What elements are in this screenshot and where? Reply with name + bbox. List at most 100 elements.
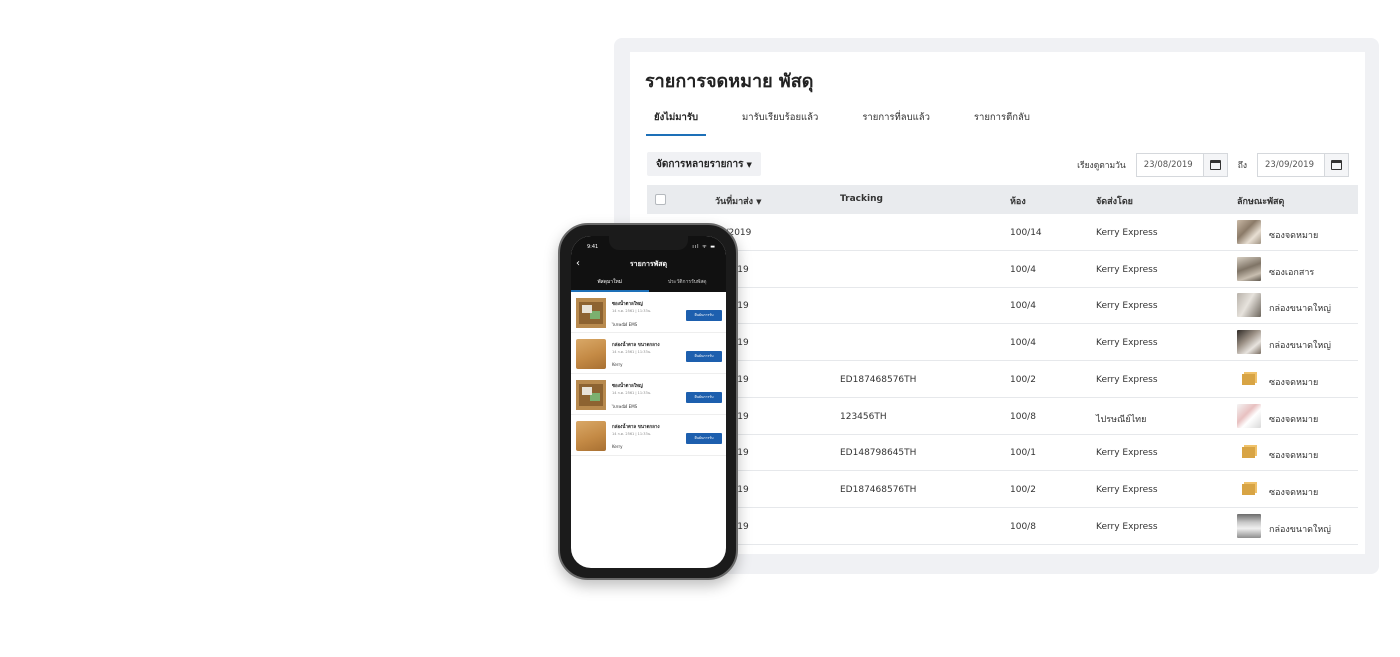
parcel-thumbnail[interactable] <box>1237 330 1261 355</box>
parcel-list-panel: รายการจดหมาย พัสดุ ยังไม่มารับ มารับเรีย… <box>630 52 1365 554</box>
row-carrier: Kerry Express <box>1096 228 1158 238</box>
item-carrier: Kerry <box>612 444 623 449</box>
phone-screen: 9:41 ııl ᯤ ▬ ‹ รายการพัสดุ พัสดุมาใหม่ ป… <box>571 236 726 568</box>
item-carrier: ไปรษณีย์ EMS <box>612 404 638 409</box>
row-room: 100/4 <box>1010 301 1036 312</box>
row-room: 100/1 <box>1010 448 1036 459</box>
row-carrier: Kerry Express <box>1096 264 1158 275</box>
row-tracking: 123456TH <box>840 411 887 422</box>
mobile-list: ซองน้ำตาลใหญ่ 14 ก.ค. 2561 | 11:33น. ไปรษณ… <box>571 292 726 456</box>
row-type: ซองจดหมาย <box>1269 377 1319 388</box>
bulk-actions-label: จัดการหลายรายการ <box>656 158 744 170</box>
row-type: กล่องขนาดใหญ่ <box>1269 341 1331 352</box>
row-room: 100/2 <box>1010 374 1036 385</box>
row-type: กล่องขนาดใหญ่ <box>1269 524 1331 535</box>
parcel-thumbnail[interactable] <box>1237 477 1261 501</box>
phone-notch <box>609 236 688 250</box>
parcel-thumbnail[interactable] <box>1237 513 1261 538</box>
page-title: รายการจดหมาย พัสดุ <box>645 71 814 92</box>
table-row[interactable]: /9/2019100/4Kerry Expressซองเอกสาร <box>647 251 1358 288</box>
date-to-label: ถึง <box>1237 161 1247 171</box>
date-to-input[interactable] <box>1258 154 1324 176</box>
table-row[interactable]: /9/2019123456TH100/8ไปรษณีย์ไทยซองจดหมาย <box>647 398 1358 435</box>
parcel-image <box>576 339 606 369</box>
row-room: 100/2 <box>1010 484 1036 495</box>
parcel-thumbnail[interactable] <box>1237 440 1261 464</box>
date-to-field[interactable] <box>1257 153 1349 177</box>
mobile-tab-history[interactable]: ประวัติการรับพัสดุ <box>649 270 727 292</box>
row-room: 100/4 <box>1010 338 1036 349</box>
item-name: ซองน้ำตาลใหญ่ <box>612 302 643 307</box>
signal-icon: ııl ᯤ ▬ <box>692 244 716 250</box>
mobile-title: รายการพัสดุ <box>629 260 668 268</box>
tab-deleted[interactable]: รายการที่ลบแล้ว <box>854 108 938 136</box>
parcel-image <box>576 298 606 328</box>
tab-returned[interactable]: รายการตีกลับ <box>966 108 1038 136</box>
row-tracking: ED187468576TH <box>840 374 917 385</box>
row-type: กล่องขนาดใหญ่ <box>1269 304 1331 315</box>
parcel-thumbnail[interactable] <box>1237 403 1261 428</box>
table-row[interactable]: /9/2019ED187468576TH100/2Kerry Expressซอ… <box>647 361 1358 398</box>
column-type: ลักษณะพัสดุ <box>1237 197 1285 207</box>
row-type: ซองจดหมาย <box>1269 414 1319 425</box>
item-carrier: Kerry <box>612 362 623 367</box>
phone-mockup: 9:41 ııl ᯤ ▬ ‹ รายการพัสดุ พัสดุมาใหม่ ป… <box>558 223 738 580</box>
row-carrier: Kerry Express <box>1096 374 1158 385</box>
table-row[interactable]: /9/2019100/4Kerry Expressกล่องขนาดใหญ่ <box>647 324 1358 362</box>
status-time: 9:41 <box>587 244 599 250</box>
row-room: 100/8 <box>1010 521 1036 532</box>
item-date: 14 ก.ค. 2561 | 11:33น. <box>612 391 652 395</box>
parcel-image <box>576 380 606 410</box>
row-carrier: Kerry Express <box>1096 484 1158 495</box>
row-type: ซองจดหมาย <box>1269 231 1319 241</box>
confirm-receipt-button[interactable]: ยืนยันการรับ <box>686 433 722 444</box>
date-from-input[interactable] <box>1136 154 1203 176</box>
row-tracking: ED187468576TH <box>840 484 917 495</box>
bulk-actions-button[interactable]: จัดการหลายรายการ ▼ <box>647 152 761 176</box>
mobile-list-item[interactable]: ซองน้ำตาลใหญ่ 14 ก.ค. 2561 | 11:33น. ไปรษณ… <box>571 292 726 333</box>
item-date: 14 ก.ค. 2561 | 11:33น. <box>612 350 652 354</box>
column-room: ห้อง <box>1010 197 1026 207</box>
row-carrier: Kerry Express <box>1096 521 1158 532</box>
calendar-icon[interactable] <box>1202 154 1227 176</box>
table-row[interactable]: 09/2019 100/14 Kerry Express ซองจดหมาย <box>647 214 1358 251</box>
column-date[interactable]: วันที่มาส่ง ▼ <box>715 194 762 208</box>
table-row[interactable]: /9/2019ED187468576TH100/2Kerry Expressซอ… <box>647 471 1358 508</box>
tab-bar: ยังไม่มารับ มารับเรียบร้อยแล้ว รายการที่… <box>646 108 1066 136</box>
row-tracking: ED148798645TH <box>840 448 917 459</box>
mobile-list-item[interactable]: กล่องน้ำตาล ขนาดกลาง 14 ก.ค. 2561 | 11:33… <box>571 415 726 456</box>
parcel-thumbnail[interactable] <box>1237 256 1261 281</box>
row-room: 100/14 <box>1010 228 1042 238</box>
tab-not-picked-up[interactable]: ยังไม่มารับ <box>646 108 706 136</box>
row-room: 100/4 <box>1010 264 1036 275</box>
table-row[interactable]: /9/2019100/4Kerry Expressกล่องขนาดใหญ่ <box>647 287 1358 325</box>
date-from-field[interactable] <box>1135 153 1228 177</box>
mobile-list-item[interactable]: ซองน้ำตาลใหญ่ 14 ก.ค. 2561 | 11:33น. ไปรษณ… <box>571 374 726 415</box>
confirm-receipt-button[interactable]: ยืนยันการรับ <box>686 351 722 362</box>
mobile-list-item[interactable]: กล่องน้ำตาล ขนาดกลาง 14 ก.ค. 2561 | 11:33… <box>571 333 726 374</box>
confirm-receipt-button[interactable]: ยืนยันการรับ <box>686 392 722 403</box>
sort-down-icon: ▼ <box>756 198 762 206</box>
item-name: กล่องน้ำตาล ขนาดกลาง <box>612 343 660 348</box>
table-row[interactable]: /9/2019ED148798645TH100/1Kerry Expressซอ… <box>647 434 1358 472</box>
row-type: ซองจดหมาย <box>1269 451 1319 462</box>
row-room: 100/8 <box>1010 411 1036 422</box>
select-all-checkbox[interactable] <box>655 194 666 205</box>
parcel-thumbnail[interactable] <box>1237 367 1261 391</box>
item-date: 14 ก.ค. 2561 | 11:33น. <box>612 432 652 436</box>
row-carrier: Kerry Express <box>1096 448 1158 459</box>
date-filter: เรียงดูตามวัน ถึง <box>1077 153 1349 177</box>
parcel-image <box>576 421 606 451</box>
row-carrier: Kerry Express <box>1096 301 1158 312</box>
calendar-icon[interactable] <box>1324 154 1348 176</box>
mobile-tab-new[interactable]: พัสดุมาใหม่ <box>571 270 649 292</box>
column-tracking: Tracking <box>840 194 883 204</box>
parcel-thumbnail[interactable] <box>1237 293 1261 318</box>
parcel-thumbnail[interactable] <box>1237 220 1261 244</box>
table-row[interactable]: /9/2019100/8Kerry Expressกล่องขนาดใหญ่ <box>647 508 1358 545</box>
row-type: ซองเอกสาร <box>1269 267 1315 278</box>
item-name: ซองน้ำตาลใหญ่ <box>612 384 643 389</box>
item-date: 14 ก.ค. 2561 | 11:33น. <box>612 309 652 313</box>
confirm-receipt-button[interactable]: ยืนยันการรับ <box>686 310 722 321</box>
tab-picked-up[interactable]: มารับเรียบร้อยแล้ว <box>734 108 826 136</box>
